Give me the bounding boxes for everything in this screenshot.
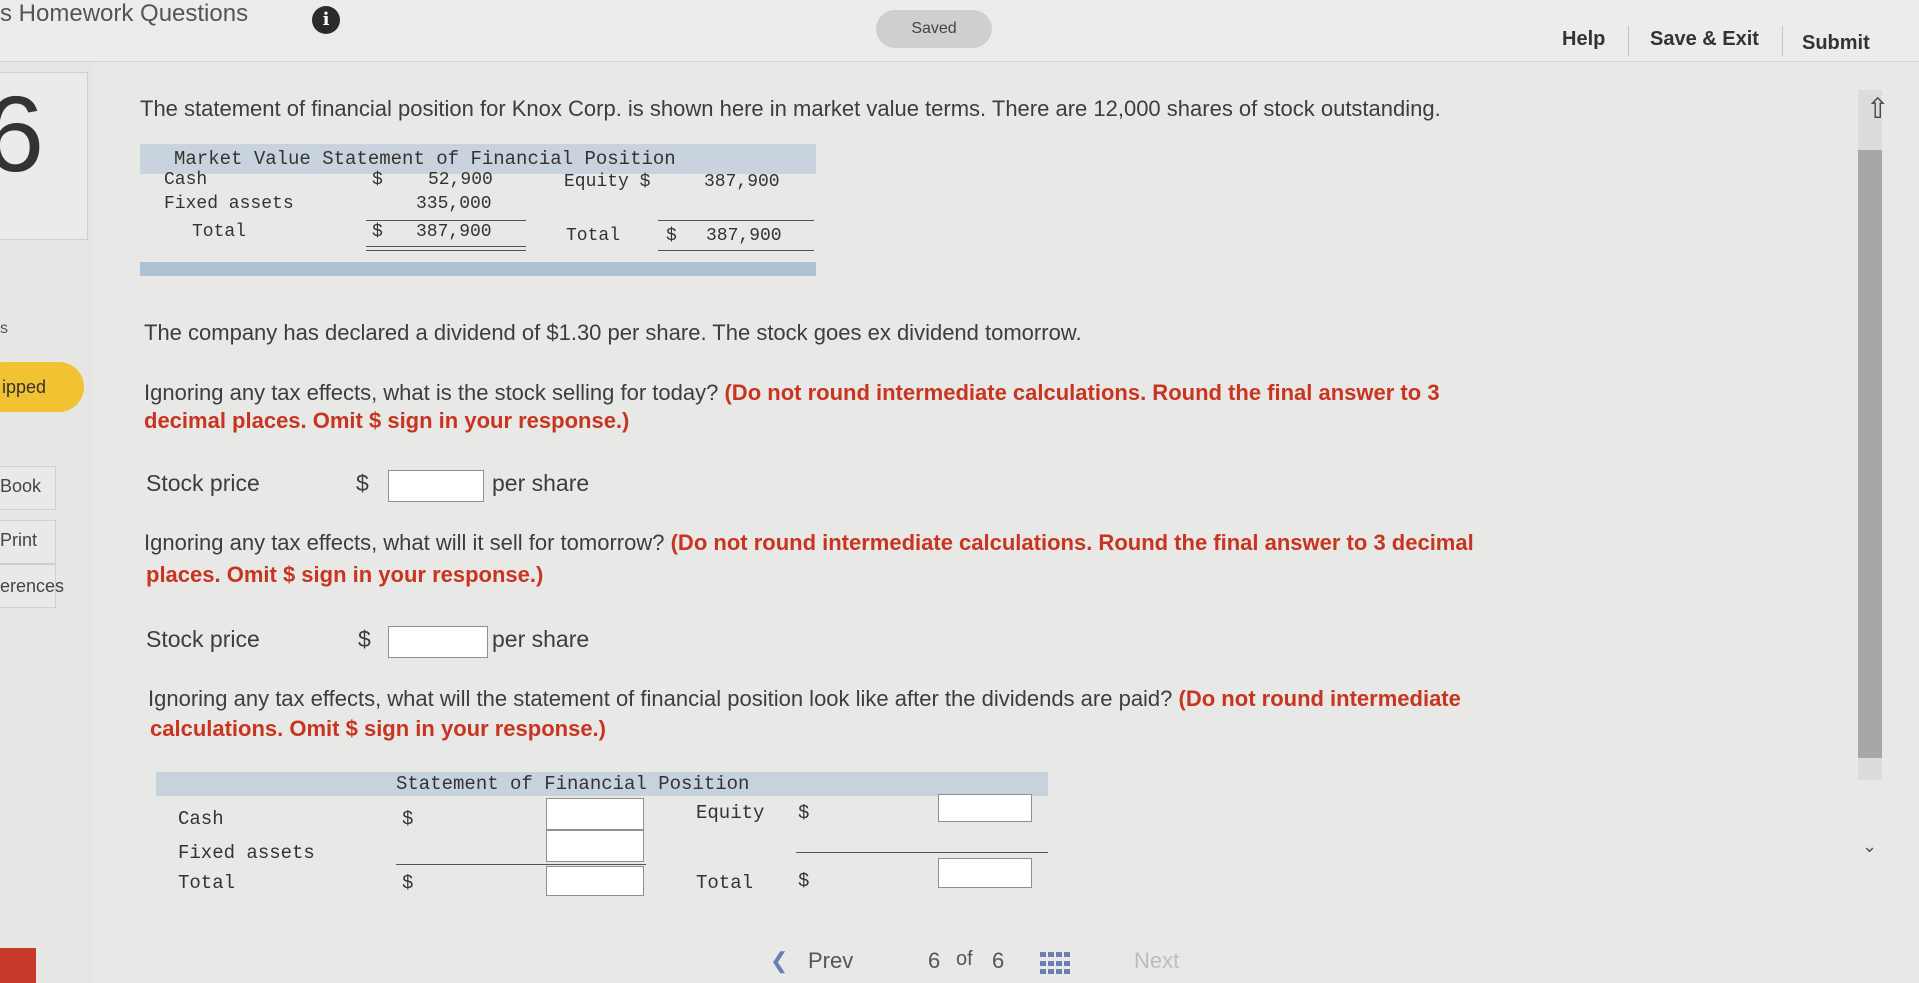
equity-value: 387,900 — [704, 172, 780, 192]
part2-question: Ignoring any tax effects, what will it s… — [144, 530, 1474, 556]
next-button[interactable]: Next — [1134, 948, 1179, 974]
equity-dollar: $ — [798, 802, 810, 824]
total2-label: Total — [566, 226, 621, 246]
cash-label: Cash — [178, 808, 224, 830]
grid-icon[interactable] — [1038, 950, 1070, 978]
part1-text: Ignoring any tax effects, what is the st… — [144, 380, 719, 405]
fixed-assets-input[interactable] — [546, 830, 644, 862]
total-input[interactable] — [546, 866, 644, 896]
skipped-status-badge: ipped — [0, 362, 84, 412]
page-total: 6 — [992, 948, 1005, 973]
equity-label: Equity $ — [564, 172, 651, 192]
submit-button[interactable]: Submit — [1802, 32, 1870, 55]
part2-instruction-line2: places. Omit $ sign in your response.) — [146, 562, 544, 587]
total-dollar: $ — [372, 222, 383, 242]
save-exit-button[interactable]: Save & Exit — [1650, 28, 1759, 51]
scrollbar-thumb[interactable] — [1858, 150, 1882, 758]
print-link[interactable]: Print — [0, 530, 37, 551]
stock-price-today-input[interactable] — [388, 470, 484, 502]
total2-input[interactable] — [938, 858, 1032, 888]
underline — [366, 220, 526, 221]
stock-price-label: Stock price — [146, 470, 260, 496]
per-share-label: per share — [492, 626, 590, 652]
cursor-icon: ⇧ — [1866, 93, 1890, 124]
total2-dollar: $ — [798, 870, 810, 892]
total-value: 387,900 — [416, 222, 492, 242]
corner-badge — [0, 948, 36, 983]
dollar-sign: $ — [356, 470, 369, 496]
table-footer-bar — [140, 262, 816, 276]
underline — [658, 220, 814, 221]
page-of: of — [956, 948, 973, 970]
total-label: Total — [178, 872, 236, 894]
question-number: 6 — [0, 73, 45, 194]
cash-dollar: $ — [402, 808, 414, 830]
part1-instruction: (Do not round intermediate calculations.… — [724, 380, 1440, 405]
divider — [1628, 26, 1629, 56]
market-value-statement-table: Market Value Statement of Financial Posi… — [140, 144, 816, 278]
equity-label: Equity — [696, 802, 765, 824]
assignment-title: s Homework Questions — [0, 0, 249, 27]
chevron-down-icon[interactable]: ⌄ — [1862, 836, 1877, 857]
underline — [396, 864, 646, 865]
fixed-assets-label: Fixed assets — [178, 842, 315, 864]
total2-dollar: $ — [666, 226, 677, 246]
total-label: Total — [192, 222, 247, 242]
per-share-label: per share — [492, 470, 590, 496]
divider — [1782, 26, 1783, 56]
equity-input[interactable] — [938, 794, 1032, 822]
chevron-left-icon[interactable]: ❮ — [770, 948, 788, 974]
page-current: 6 — [928, 948, 941, 973]
statement-after-dividend-table: Statement of Financial Position Cash $ E… — [156, 772, 1056, 902]
part3-instruction-line2: calculations. Omit $ sign in your respon… — [150, 716, 606, 741]
part3-instruction: (Do not round intermediate — [1178, 686, 1461, 711]
part2-text: Ignoring any tax effects, what will it s… — [144, 530, 665, 555]
help-button[interactable]: Help — [1562, 28, 1605, 51]
cash-label: Cash — [164, 170, 208, 190]
double-underline — [366, 246, 526, 247]
saved-status-badge: Saved — [876, 10, 992, 48]
prev-button[interactable]: Prev — [808, 948, 853, 974]
double-underline — [366, 250, 526, 251]
fixed-assets-label: Fixed assets — [164, 194, 294, 214]
info-icon[interactable]: i — [312, 6, 340, 34]
top-bar: s Homework Questions i Saved Help Save &… — [0, 0, 1919, 62]
part1-instruction-line2: decimal places. Omit $ sign in your resp… — [144, 408, 630, 433]
underline — [796, 852, 1048, 853]
part1-question: Ignoring any tax effects, what is the st… — [144, 380, 1440, 406]
total-dollar: $ — [402, 872, 414, 894]
double-underline — [658, 250, 814, 251]
dividend-text: The company has declared a dividend of $… — [144, 320, 1082, 345]
table-title: Statement of Financial Position — [396, 773, 750, 795]
stock-price-tomorrow-input[interactable] — [388, 626, 488, 658]
part3-text: Ignoring any tax effects, what will the … — [148, 686, 1173, 711]
part2-instruction: (Do not round intermediate calculations.… — [670, 530, 1474, 555]
question-intro: The statement of financial position for … — [140, 96, 1441, 121]
total2-label: Total — [696, 872, 754, 894]
stock-price-label: Stock price — [146, 626, 260, 652]
dollar-sign: $ — [358, 626, 371, 652]
cash-value: 52,900 — [428, 170, 493, 190]
cash-dollar: $ — [372, 170, 383, 190]
fixed-assets-value: 335,000 — [416, 194, 492, 214]
cash-input[interactable] — [546, 798, 644, 830]
sidebar-partial-text: s — [0, 320, 8, 337]
total2-value: 387,900 — [706, 226, 782, 246]
ebook-link[interactable]: Book — [0, 476, 41, 497]
references-link[interactable]: erences — [0, 576, 64, 597]
part3-question: Ignoring any tax effects, what will the … — [148, 686, 1461, 712]
